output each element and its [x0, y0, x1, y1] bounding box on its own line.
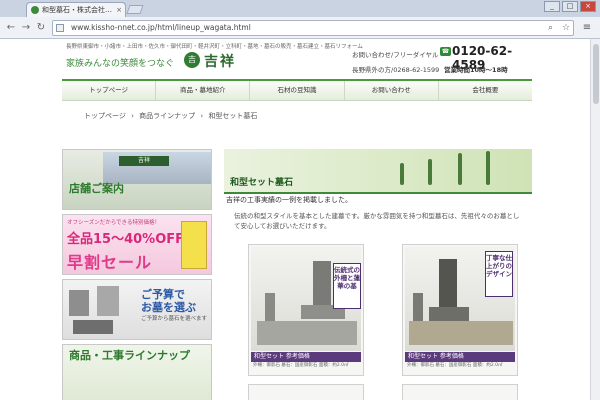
- product-card[interactable]: [248, 384, 364, 400]
- early-sale-banner[interactable]: オフシーズンだからできる特別価格！ 全品15〜40%OFF! 早割セール: [62, 214, 212, 275]
- scroll-thumb[interactable]: [593, 44, 599, 104]
- page-scrollbar[interactable]: [590, 39, 600, 400]
- menu-icon[interactable]: ≡: [580, 22, 594, 34]
- logo-mark-icon[interactable]: 吉: [184, 52, 200, 68]
- nav-item-products[interactable]: 商品・墓地紹介: [156, 81, 251, 100]
- tab-close-icon[interactable]: ×: [116, 6, 125, 14]
- breadcrumb-home[interactable]: トップページ: [84, 112, 126, 120]
- site-logo[interactable]: 吉祥: [204, 51, 236, 71]
- sale-title: 早割セール: [67, 253, 153, 272]
- phone-icon: ☎: [440, 47, 451, 56]
- reload-button[interactable]: ↻: [34, 21, 48, 35]
- gravestone-image: [429, 307, 469, 321]
- family-figure-icon: [458, 153, 462, 185]
- store-guide-label: 店舗ご案内: [69, 182, 124, 195]
- minimize-button[interactable]: _: [544, 1, 560, 12]
- nav-item-knowledge[interactable]: 石材の豆知識: [250, 81, 345, 100]
- back-button[interactable]: ←: [4, 21, 18, 35]
- nav-item-company[interactable]: 会社概要: [439, 81, 532, 100]
- site: 長野県東御市・小諸市・上田市・佐久市・御代田町・軽井沢町・立科町・墓地・墓石の販…: [62, 39, 532, 400]
- breadcrumb-separator: ›: [131, 112, 134, 120]
- product-spec: 外柵：御影石 墓石：国産御影石 面積：約2.0㎡: [407, 363, 503, 368]
- gravestone-image: [69, 290, 89, 316]
- sale-package-image: [181, 221, 207, 269]
- new-tab-button[interactable]: [126, 5, 144, 14]
- page-title: 和型セット墓石: [230, 178, 294, 188]
- gravestone-image: [439, 259, 457, 309]
- gravestone-image: [313, 261, 331, 307]
- address-bar[interactable]: www.kissho-nnet.co.jp/html/lineup_wagata…: [52, 20, 574, 36]
- breadcrumb: トップページ › 商品ラインナップ › 和型セット墓石: [84, 111, 260, 121]
- product-badge: 丁寧な仕上がりのデザイン: [485, 251, 513, 297]
- lantern-image: [265, 293, 275, 321]
- browser-tab-bar: 和型墓石・株式会社… × _ □ ×: [0, 0, 600, 17]
- nav-item-contact[interactable]: お問い合わせ: [345, 81, 439, 100]
- site-slogan: 家族みんなの笑顔をつなぐ: [66, 59, 175, 69]
- breadcrumb-current: 和型セット墓石: [208, 112, 258, 120]
- tab-title: 和型墓石・株式会社…: [42, 6, 112, 14]
- product-spec: 外柵：御影石 墓石：国産御影石 面積：約2.0㎡: [253, 363, 349, 368]
- business-hours: 営業時間10時〜18時: [444, 66, 508, 74]
- out-of-prefecture-phone: 長野県外の方/0268-62-1599: [352, 66, 440, 74]
- family-figure-icon: [486, 151, 490, 185]
- product-card[interactable]: [402, 384, 518, 400]
- page-viewport: 長野県東御市・小諸市・上田市・佐久市・御代田町・軽井沢町・立科町・墓地・墓石の販…: [0, 39, 590, 400]
- product-card[interactable]: 伝統式の外柵と蓮華の基 和型セット 参考価格 外柵：御影石 墓石：国産御影石 面…: [248, 244, 364, 376]
- nav-item-home[interactable]: トップページ: [62, 81, 157, 100]
- product-name: 和型セット 参考価格: [251, 352, 361, 362]
- breadcrumb-separator: ›: [200, 112, 204, 120]
- product-name: 和型セット 参考価格: [405, 352, 515, 362]
- description-text: 伝統の和型スタイルを基本とした建墓です。厳かな雰囲気を持つ和型墓石は、先祖代々の…: [234, 212, 520, 230]
- title-rule: [224, 192, 532, 194]
- budget-label-line2: お墓を選ぶ: [141, 301, 196, 314]
- family-figure-icon: [400, 163, 404, 185]
- browser-toolbar: ← → ↻ www.kissho-nnet.co.jp/html/lineup_…: [0, 17, 600, 39]
- gravestone-image: [257, 321, 357, 345]
- intro-text: 吉祥の工事実績の一例を掲載しました。: [226, 196, 352, 204]
- sale-caption: オフシーズンだからできる特別価格！: [67, 220, 160, 226]
- lantern-image: [413, 293, 423, 321]
- browser-tab[interactable]: 和型墓石・株式会社… ×: [26, 2, 126, 17]
- gravestone-image: [409, 321, 513, 345]
- store-sign: 吉祥: [119, 156, 169, 166]
- page-icon: [56, 24, 64, 32]
- product-card[interactable]: 丁寧な仕上がりのデザイン 和型セット 参考価格 外柵：御影石 墓石：国産御影石 …: [402, 244, 518, 376]
- product-badge: 伝統式の外柵と蓮華の基: [333, 263, 361, 309]
- maximize-button[interactable]: □: [562, 1, 578, 12]
- favicon-icon: [31, 6, 39, 14]
- star-icon[interactable]: ☆: [562, 23, 570, 33]
- search-icon[interactable]: ⌕: [548, 23, 553, 33]
- phone-label: お問い合わせ/フリーダイヤル: [352, 51, 439, 59]
- window-controls: _ □ ×: [544, 1, 596, 12]
- gravestone-image: [73, 320, 113, 334]
- budget-banner[interactable]: ご予算で お墓を選ぶ ご予算から墓石を選べます: [62, 279, 212, 340]
- budget-label-line1: ご予算で: [141, 288, 185, 301]
- lineup-label: 商品・工事ラインナップ: [69, 349, 190, 362]
- gravestone-image: [97, 286, 119, 316]
- budget-label: ご予算で お墓を選ぶ: [141, 288, 196, 314]
- breadcrumb-lineup[interactable]: 商品ラインナップ: [139, 112, 195, 120]
- store-guide-banner[interactable]: 吉祥 店舗ご案内: [62, 149, 212, 210]
- forward-button[interactable]: →: [19, 21, 33, 35]
- budget-subtext: ご予算から墓石を選べます: [141, 316, 208, 322]
- sale-discount: 全品15〜40%OFF!: [67, 232, 190, 247]
- global-nav: トップページ 商品・墓地紹介 石材の豆知識 お問い合わせ 会社概要: [62, 79, 532, 101]
- hero-banner: 和型セット墓石: [224, 149, 532, 192]
- family-figure-icon: [428, 159, 432, 185]
- close-window-button[interactable]: ×: [580, 1, 596, 12]
- lineup-banner[interactable]: 商品・工事ラインナップ: [62, 344, 212, 400]
